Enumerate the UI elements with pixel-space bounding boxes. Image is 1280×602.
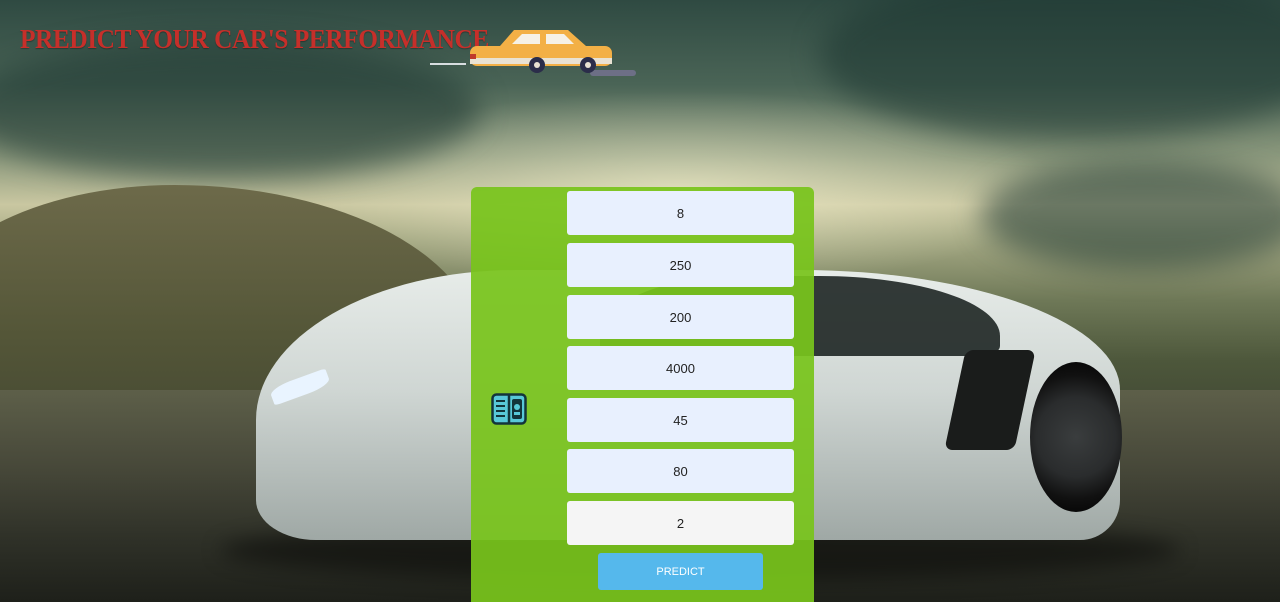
prediction-form-panel: PREDICT <box>471 187 814 602</box>
input-field-5[interactable] <box>567 398 794 442</box>
car-rear-wheel <box>1030 362 1122 512</box>
input-field-6[interactable] <box>567 449 794 493</box>
input-field-3[interactable] <box>567 295 794 339</box>
input-field-4[interactable] <box>567 346 794 390</box>
page-background: PREDICT YOUR CAR'S PERFORMANCE 8 250 200… <box>0 0 1280 602</box>
cloud <box>980 160 1280 270</box>
page-title: PREDICT YOUR CAR'S PERFORMANCE <box>20 24 489 54</box>
input-field-1[interactable] <box>567 191 794 235</box>
input-field-2[interactable] <box>567 243 794 287</box>
input-field-7[interactable] <box>567 501 794 545</box>
predict-button[interactable]: PREDICT <box>598 553 763 590</box>
document-form-icon <box>491 393 527 425</box>
car-logo-icon <box>430 30 636 76</box>
